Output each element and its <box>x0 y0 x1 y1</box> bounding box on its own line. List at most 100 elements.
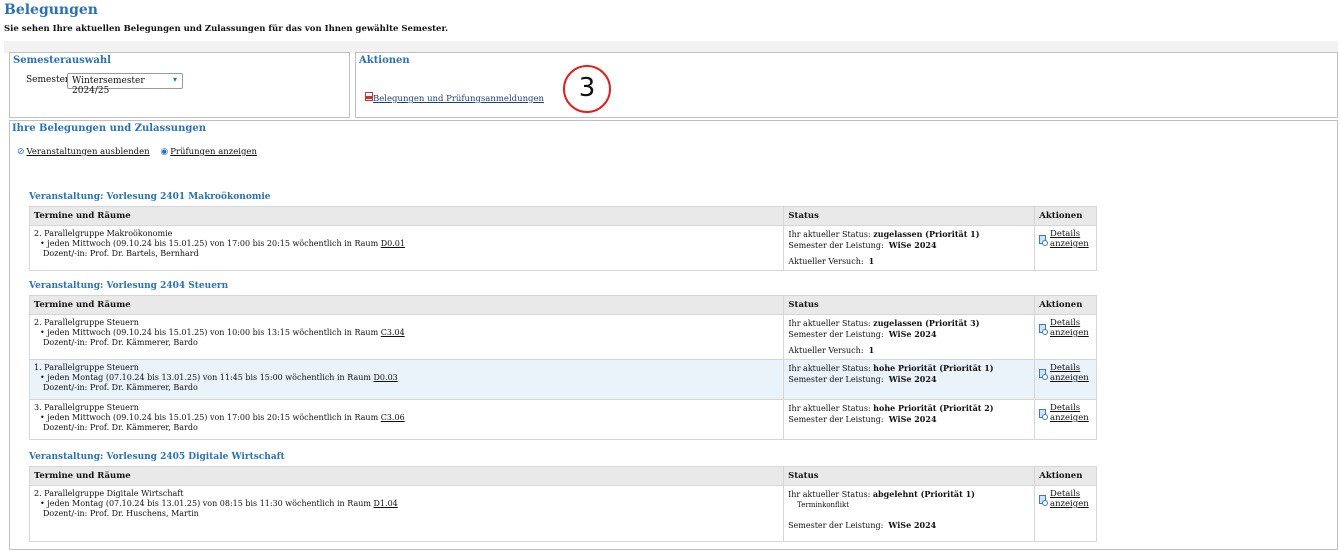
actions-cell: Details anzeigen <box>1034 314 1097 360</box>
section-table: Termine und Räume Status Aktionen 2. Par… <box>28 206 1097 271</box>
semester-value: WiSe 2024 <box>888 240 937 250</box>
actions-cell: Details anzeigen <box>1034 225 1097 271</box>
status-cell: Ihr aktueller Status: hohe Priorität (Pr… <box>783 399 1036 440</box>
details-link[interactable]: Details anzeigen <box>1039 318 1092 338</box>
schedule-text: • jeden Montag (07.10.24 bis 13.01.25) v… <box>40 373 371 382</box>
show-exams-toggle[interactable]: ◉ Prüfungen anzeigen <box>160 147 265 157</box>
status-prefix: Ihr aktueller Status: <box>788 490 871 499</box>
semester-value: WiSe 2024 <box>888 520 937 530</box>
table-row: 3. Parallelgruppe Steuern • jeden Mittwo… <box>28 399 1097 440</box>
details-link[interactable]: Details anzeigen <box>1039 403 1092 423</box>
attempt-value: 1 <box>868 345 875 355</box>
semester-prefix: Semester der Leistung: <box>788 521 884 530</box>
annotation-marker-3: 3 <box>563 65 611 113</box>
section-heading: Veranstaltung: Vorlesung 2401 Makroökono… <box>29 192 271 202</box>
status-line: Ihr aktueller Status: hohe Priorität (Pr… <box>788 403 1030 414</box>
column-header-aktionen: Aktionen <box>1034 206 1097 226</box>
page-title: Belegungen <box>4 2 98 18</box>
table-row: 2. Parallelgruppe Digitale Wirtschaft • … <box>28 485 1097 542</box>
schedule-line: • jeden Mittwoch (09.10.24 bis 15.01.25)… <box>34 239 779 249</box>
group-name: 2. Parallelgruppe Steuern <box>34 318 139 327</box>
hide-courses-toggle[interactable]: ⊘ Veranstaltungen ausblenden <box>17 147 158 157</box>
pdf-icon <box>365 92 373 101</box>
semester-select[interactable]: Wintersemester 2024/25 ▾ <box>67 73 183 96</box>
section-heading: Veranstaltung: Vorlesung 2404 Steuern <box>29 281 229 291</box>
details-link-label: Details anzeigen <box>1050 318 1089 338</box>
schedule-line: • jeden Mittwoch (09.10.24 bis 15.01.25)… <box>34 328 779 338</box>
schedule-line: • jeden Montag (07.10.24 bis 13.01.25) v… <box>34 499 779 509</box>
actions-cell: Details anzeigen <box>1034 359 1097 400</box>
attempt-line: Aktueller Versuch: 1 <box>788 256 1030 267</box>
semester-value: WiSe 2024 <box>888 414 937 424</box>
table-row: 1. Parallelgruppe Steuern • jeden Montag… <box>28 359 1097 400</box>
status-cell: Ihr aktueller Status: zugelassen (Priori… <box>783 225 1036 271</box>
details-link[interactable]: Details anzeigen <box>1039 229 1092 249</box>
semester-prefix: Semester der Leistung: <box>788 241 884 250</box>
page-intro: Sie sehen Ihre aktuellen Belegungen und … <box>4 24 449 34</box>
semester-prefix: Semester der Leistung: <box>788 330 884 339</box>
semester-line: Semester der Leistung: WiSe 2024 <box>788 520 1030 531</box>
room-link[interactable]: D0.01 <box>381 239 405 248</box>
semester-prefix: Semester der Leistung: <box>788 415 884 424</box>
attempt-prefix: Aktueller Versuch: <box>788 346 864 355</box>
details-icon <box>1039 494 1048 506</box>
enrollments-box-title: Ihre Belegungen und Zulassungen <box>12 123 206 134</box>
room-link[interactable]: C3.04 <box>381 328 405 337</box>
status-note: Terminkonflikt <box>797 501 850 509</box>
group-name: 2. Parallelgruppe Digitale Wirtschaft <box>34 489 184 498</box>
table-row: 2. Parallelgruppe Steuern • jeden Mittwo… <box>28 314 1097 360</box>
room-link[interactable]: D1.04 <box>374 499 398 508</box>
hide-courses-label: Veranstaltungen ausblenden <box>26 147 150 157</box>
show-exams-label: Prüfungen anzeigen <box>170 147 257 157</box>
column-header-status: Status <box>783 466 1036 486</box>
lecturer: Dozent/-in: Prof. Dr. Kämmerer, Bardo <box>43 423 198 432</box>
semester-line: Semester der Leistung: WiSe 2024 <box>788 414 1030 425</box>
eye-icon: ◉ <box>160 147 169 157</box>
table-row: 2. Parallelgruppe Makroökonomie • jeden … <box>28 225 1097 271</box>
semester-line: Semester der Leistung: WiSe 2024 <box>788 374 1030 385</box>
table-header-row: Termine und Räume Status Aktionen <box>28 206 1097 226</box>
column-header-termine: Termine und Räume <box>28 295 785 315</box>
status-value: zugelassen (Priorität 1) <box>873 229 980 239</box>
termine-cell: 3. Parallelgruppe Steuern • jeden Mittwo… <box>28 399 785 440</box>
schedule-text: • jeden Montag (07.10.24 bis 13.01.25) v… <box>40 499 371 508</box>
lecturer: Dozent/-in: Prof. Dr. Kämmerer, Bardo <box>43 383 198 392</box>
status-cell: Ihr aktueller Status: zugelassen (Priori… <box>783 314 1036 360</box>
group-name: 1. Parallelgruppe Steuern <box>34 363 139 372</box>
semester-box-title: Semesterauswahl <box>13 55 111 66</box>
status-cell: Ihr aktueller Status: hohe Priorität (Pr… <box>783 359 1036 400</box>
schedule-line: • jeden Mittwoch (09.10.24 bis 15.01.25)… <box>34 413 779 423</box>
chevron-down-icon: ▾ <box>172 75 177 84</box>
status-prefix: Ihr aktueller Status: <box>788 230 871 239</box>
status-value: hohe Priorität (Priorität 1) <box>873 363 994 373</box>
status-value: zugelassen (Priorität 3) <box>873 318 980 328</box>
semester-line: Semester der Leistung: WiSe 2024 <box>788 329 1030 340</box>
semester-line: Semester der Leistung: WiSe 2024 <box>788 240 1030 251</box>
lecturer: Dozent/-in: Prof. Dr. Kämmerer, Bardo <box>43 338 198 347</box>
table-header-row: Termine und Räume Status Aktionen <box>28 466 1097 486</box>
semester-label: Semester <box>26 75 70 85</box>
actions-box: Aktionen Belegungen und Prüfungsanmeldun… <box>355 52 1338 118</box>
column-header-status: Status <box>783 295 1036 315</box>
details-link[interactable]: Details anzeigen <box>1039 363 1092 383</box>
details-icon <box>1039 368 1048 380</box>
attempt-value: 1 <box>868 256 875 266</box>
lecturer: Dozent/-in: Prof. Dr. Huschens, Martin <box>43 509 199 518</box>
termine-cell: 1. Parallelgruppe Steuern • jeden Montag… <box>28 359 785 400</box>
status-value: hohe Priorität (Priorität 2) <box>873 403 994 413</box>
termine-cell: 2. Parallelgruppe Steuern • jeden Mittwo… <box>28 314 785 360</box>
group-name: 2. Parallelgruppe Makroökonomie <box>34 229 173 238</box>
section-table: Termine und Räume Status Aktionen 2. Par… <box>28 295 1097 440</box>
room-link[interactable]: D0.03 <box>374 373 398 382</box>
status-line: Ihr aktueller Status: hohe Priorität (Pr… <box>788 363 1030 374</box>
details-link[interactable]: Details anzeigen <box>1039 489 1092 509</box>
semester-value: WiSe 2024 <box>888 374 937 384</box>
column-header-termine: Termine und Räume <box>28 466 785 486</box>
column-header-aktionen: Aktionen <box>1034 466 1097 486</box>
semester-select-value: Wintersemester 2024/25 <box>72 76 145 96</box>
attempt-line: Aktueller Versuch: 1 <box>788 345 1030 356</box>
column-header-aktionen: Aktionen <box>1034 295 1097 315</box>
room-link[interactable]: C3.06 <box>381 413 405 422</box>
actions-pdf-link[interactable]: Belegungen und Prüfungsanmeldungen <box>365 86 544 105</box>
actions-cell: Details anzeigen <box>1034 399 1097 440</box>
